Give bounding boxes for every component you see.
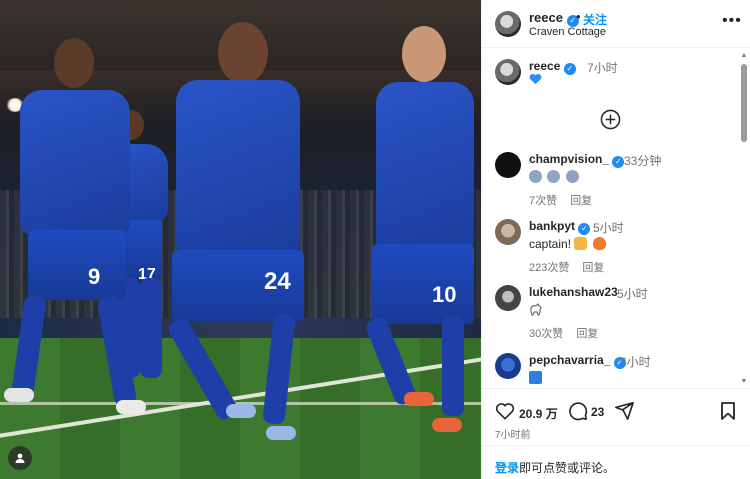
fire-icon bbox=[592, 237, 606, 250]
comment-time: 6小时 bbox=[620, 355, 651, 369]
comment-username[interactable]: champvision_ ✓ bbox=[529, 152, 625, 168]
person-icon bbox=[15, 453, 25, 463]
login-prompt-rest: 即可点赞或评论。 bbox=[519, 461, 616, 475]
comment-likes[interactable]: 7次赞 bbox=[529, 195, 557, 207]
post-time: 7小时前 bbox=[495, 430, 531, 441]
comment-username[interactable]: bankpyt ✓ bbox=[529, 219, 591, 235]
comment-meta: 7次赞 回复 bbox=[529, 192, 602, 208]
author-avatar[interactable] bbox=[495, 59, 521, 85]
comment-icon[interactable] bbox=[568, 401, 588, 421]
comment-item: bankpyt ✓ 5小时 captain! 223次赞 回复 bbox=[482, 219, 737, 275]
comment-item: lukehanshaw23 5小时 30次赞 回复 bbox=[482, 285, 737, 341]
comment-meta: 30次赞 回复 bbox=[529, 325, 608, 341]
author-username[interactable]: reece ✓ bbox=[529, 10, 579, 27]
scrollbar-thumb[interactable] bbox=[741, 64, 747, 142]
comment-text bbox=[529, 371, 544, 385]
jersey-number: 9 bbox=[88, 264, 101, 289]
comment-item: champvision_ ✓ 33分钟 7次赞 回复 bbox=[482, 152, 737, 208]
comment-time: 33分钟 bbox=[624, 154, 662, 168]
heart-icon[interactable] bbox=[495, 402, 515, 420]
comment-text bbox=[529, 303, 543, 319]
comment-item: pepchavarria_ ✓ 6小时 bbox=[482, 353, 737, 387]
comment-count: 23 bbox=[591, 405, 605, 419]
reply-button[interactable]: 回复 bbox=[582, 262, 604, 274]
jersey-number: 24 bbox=[264, 268, 291, 295]
comment-likes[interactable]: 223次赞 bbox=[529, 262, 569, 274]
comment-text: captain! bbox=[529, 237, 608, 251]
blue-square-icon bbox=[529, 371, 542, 384]
comment-time: 5小时 bbox=[617, 287, 648, 301]
caption: reece ✓ 7小时 bbox=[482, 59, 737, 89]
comments-list[interactable]: reece ✓ 7小时 champvision_ ✓ 33分钟 7次赞 回复 b… bbox=[482, 49, 750, 387]
comment-username[interactable]: pepchavarria_ ✓ bbox=[529, 353, 626, 369]
caption-time: 7小时 bbox=[587, 61, 618, 75]
location-link[interactable]: Craven Cottage bbox=[529, 26, 606, 38]
commenter-avatar[interactable] bbox=[495, 219, 521, 245]
goat-icon bbox=[530, 303, 542, 316]
commenter-avatar[interactable] bbox=[495, 353, 521, 379]
reply-button[interactable]: 回复 bbox=[576, 328, 598, 340]
user-tags-button[interactable] bbox=[8, 446, 32, 470]
caption-text bbox=[529, 73, 542, 88]
post-side-panel: reece ✓ • 关注 Craven Cottage ••• reece ✓ … bbox=[481, 0, 750, 479]
comment-likes[interactable]: 30次赞 bbox=[529, 328, 563, 340]
crying-face-icon bbox=[529, 170, 542, 183]
jersey-number: 10 bbox=[432, 282, 457, 307]
post-viewer: 17 9 24 10 reece ✓ • 关注 Craven Cottage •… bbox=[0, 0, 750, 479]
login-prompt: 登录即可点赞或评论。 bbox=[482, 445, 750, 479]
more-horizontal-icon[interactable]: ••• bbox=[722, 12, 742, 30]
verified-badge-icon: ✓ bbox=[563, 63, 576, 75]
bookmark-icon[interactable] bbox=[720, 401, 736, 421]
login-link[interactable]: 登录 bbox=[495, 461, 519, 475]
share-icon[interactable] bbox=[614, 401, 634, 421]
comment-time: 5小时 bbox=[593, 221, 624, 235]
reply-button[interactable]: 回复 bbox=[570, 195, 592, 207]
separator-dot: • bbox=[576, 9, 581, 24]
comment-username[interactable]: lukehanshaw23 bbox=[529, 285, 618, 299]
blue-heart-icon bbox=[529, 74, 542, 85]
comment-text bbox=[529, 170, 581, 184]
raising-hands-icon bbox=[574, 237, 588, 250]
crying-face-icon bbox=[547, 170, 561, 183]
comments-scrollbar[interactable]: ▲ ▼ bbox=[740, 52, 748, 385]
verified-badge-icon: ✓ bbox=[612, 156, 625, 168]
like-count[interactable]: 20.9 万 bbox=[519, 405, 558, 422]
commenter-avatar[interactable] bbox=[495, 152, 521, 178]
crying-face-icon bbox=[565, 170, 579, 183]
post-header: reece ✓ • 关注 Craven Cottage ••• bbox=[482, 0, 750, 48]
verified-badge-icon: ✓ bbox=[578, 223, 591, 235]
comment-meta: 223次赞 回复 bbox=[529, 259, 614, 275]
author-avatar[interactable] bbox=[495, 11, 521, 37]
post-actions: 20.9 万 23 7小时前 bbox=[482, 388, 750, 443]
scroll-down-arrow-icon[interactable]: ▼ bbox=[740, 378, 748, 385]
load-more-comments-icon[interactable] bbox=[600, 109, 621, 130]
post-photo[interactable]: 17 9 24 10 bbox=[0, 0, 481, 479]
commenter-avatar[interactable] bbox=[495, 285, 521, 311]
scroll-up-arrow-icon[interactable]: ▲ bbox=[740, 52, 748, 59]
comment-text-content: captain! bbox=[529, 237, 572, 251]
login-prompt-text: 登录即可点赞或评论。 bbox=[495, 459, 615, 476]
